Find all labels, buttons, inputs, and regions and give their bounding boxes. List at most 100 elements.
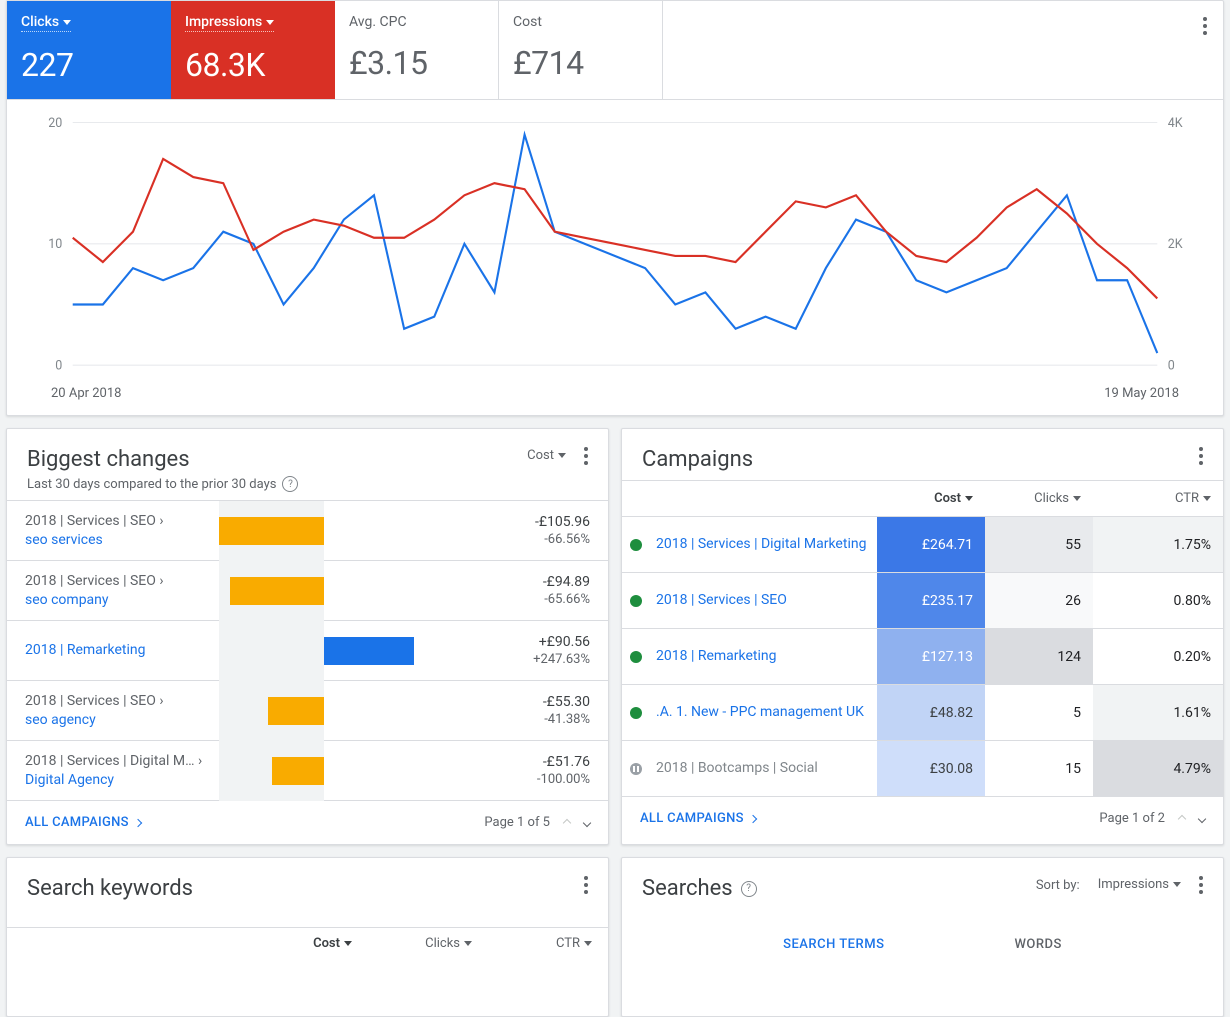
all-campaigns-link[interactable]: ALL CAMPAIGNS <box>640 811 756 826</box>
search-keywords-title: Search keywords <box>27 876 193 901</box>
more-vert-icon[interactable] <box>1199 876 1203 894</box>
change-row[interactable]: 2018 | Services | SEO ›seo agency-£55.30… <box>7 681 608 741</box>
more-vert-icon[interactable] <box>584 447 588 465</box>
pager-prev[interactable] <box>563 818 571 826</box>
tab-words[interactable]: WORDS <box>1014 937 1061 952</box>
pager-next[interactable] <box>583 818 591 826</box>
campaign-row[interactable]: .A. 1. New - PPC management UK£48.8251.6… <box>622 685 1223 741</box>
change-name: 2018 | Services | SEO ›seo company <box>7 562 219 620</box>
change-row[interactable]: 2018 | Services | SEO ›seo services-£105… <box>7 501 608 561</box>
metric-clicks[interactable]: Clicks 227 <box>7 1 171 99</box>
more-vert-icon[interactable] <box>584 876 588 894</box>
status-dot <box>622 629 650 684</box>
change-bar <box>219 681 429 741</box>
chevron-right-icon <box>134 818 142 826</box>
change-row[interactable]: 2018 | Services | SEO ›seo company -£94.8… <box>7 561 608 621</box>
col-clicks[interactable]: Clicks <box>368 936 488 951</box>
searches-sort[interactable]: Impressions <box>1098 877 1181 893</box>
more-vert-icon <box>1203 17 1207 35</box>
all-campaigns-link[interactable]: ALL CAMPAIGNS <box>25 815 141 830</box>
biggest-changes-list: 2018 | Services | SEO ›seo services-£105… <box>7 500 608 801</box>
campaign-row[interactable]: 2018 | Services | SEO£235.17260.80% <box>622 573 1223 629</box>
chart-area: 0102002K4K <box>7 100 1223 386</box>
biggest-changes-sort[interactable]: Cost <box>527 448 566 464</box>
change-row[interactable]: 2018 | Remarketing+£90.56+247.63% <box>7 621 608 681</box>
sort-by-label: Sort by: <box>1036 878 1080 893</box>
campaign-name: 2018 | Bootcamps | Social <box>650 741 877 796</box>
tab-search-terms[interactable]: SEARCH TERMS <box>783 937 884 952</box>
campaign-clicks: 5 <box>985 685 1093 740</box>
change-row[interactable]: 2018 | Services | Digital M… ›Digital Ag… <box>7 741 608 801</box>
col-ctr[interactable]: CTR <box>1093 481 1223 516</box>
campaigns-header-row: Cost Clicks CTR <box>622 480 1223 517</box>
status-icon <box>630 763 642 775</box>
status-icon <box>630 707 642 719</box>
svg-text:0: 0 <box>1168 358 1175 373</box>
campaign-cost: £264.71 <box>877 517 985 572</box>
status-icon <box>630 651 642 663</box>
chart-end-date: 19 May 2018 <box>1104 386 1179 401</box>
campaigns-list: 2018 | Services | Digital Marketing£264.… <box>622 517 1223 797</box>
campaign-ctr: 0.80% <box>1093 573 1223 628</box>
caret-down-icon <box>1073 496 1081 501</box>
pager-next[interactable] <box>1198 814 1206 822</box>
pager: Page 1 of 2 <box>1099 811 1205 826</box>
caret-down-icon <box>63 20 71 25</box>
change-name: 2018 | Services | SEO ›seo agency <box>7 682 219 740</box>
chart-date-range: 20 Apr 2018 19 May 2018 <box>7 386 1223 415</box>
help-icon[interactable]: ? <box>741 881 757 897</box>
campaign-cost: £127.13 <box>877 629 985 684</box>
help-icon[interactable]: ? <box>282 476 298 492</box>
campaign-name: 2018 | Services | SEO <box>650 573 877 628</box>
change-bar <box>219 621 429 681</box>
pager-text: Page 1 of 2 <box>1099 811 1165 826</box>
change-value: -£94.89-65.66% <box>429 574 608 607</box>
campaign-ctr: 4.79% <box>1093 741 1223 796</box>
campaign-row[interactable]: 2018 | Services | Digital Marketing£264.… <box>622 517 1223 573</box>
chevron-right-icon <box>749 814 757 822</box>
chart-start-date: 20 Apr 2018 <box>51 386 121 401</box>
caret-down-icon <box>1173 882 1181 887</box>
change-bar <box>219 741 429 801</box>
status-icon <box>630 595 642 607</box>
col-cost[interactable]: Cost <box>877 481 985 516</box>
change-name: 2018 | Remarketing <box>7 631 219 670</box>
metric-tabs: Clicks 227Impressions 68.3KAvg. CPC£3.15… <box>7 1 1223 100</box>
campaign-name: .A. 1. New - PPC management UK <box>650 685 877 740</box>
caret-down-icon <box>558 453 566 458</box>
campaign-cost: £235.17 <box>877 573 985 628</box>
campaign-cost: £48.82 <box>877 685 985 740</box>
metric-impressions[interactable]: Impressions 68.3K <box>171 1 335 99</box>
campaign-name: 2018 | Services | Digital Marketing <box>650 517 877 572</box>
searches-card: Searches ? Sort by: Impressions SEARCH T… <box>621 857 1224 1017</box>
more-vert-icon[interactable] <box>1199 447 1203 465</box>
searches-tabs: SEARCH TERMS WORDS <box>622 909 1223 952</box>
caret-down-icon <box>584 941 592 946</box>
campaign-ctr: 1.75% <box>1093 517 1223 572</box>
caret-down-icon <box>266 20 274 25</box>
time-series-chart: 0102002K4K <box>31 116 1199 376</box>
campaign-ctr: 0.20% <box>1093 629 1223 684</box>
campaign-row[interactable]: 2018 | Bootcamps | Social£30.08154.79% <box>622 741 1223 797</box>
col-cost[interactable]: Cost <box>248 936 368 951</box>
svg-text:10: 10 <box>48 237 62 252</box>
status-icon <box>630 539 642 551</box>
svg-text:0: 0 <box>55 358 62 373</box>
status-dot <box>622 573 650 628</box>
campaign-clicks: 124 <box>985 629 1093 684</box>
pager-text: Page 1 of 5 <box>484 815 550 830</box>
campaign-row[interactable]: 2018 | Remarketing£127.131240.20% <box>622 629 1223 685</box>
svg-text:20: 20 <box>48 116 62 131</box>
caret-down-icon <box>344 941 352 946</box>
pager-prev[interactable] <box>1178 814 1186 822</box>
change-bar <box>219 561 429 621</box>
col-ctr[interactable]: CTR <box>488 936 608 951</box>
biggest-changes-title: Biggest changes <box>27 447 298 472</box>
change-bar <box>219 501 429 561</box>
metric-cost: Cost£714 <box>499 1 663 99</box>
col-clicks[interactable]: Clicks <box>985 481 1093 516</box>
biggest-changes-card: Biggest changes Last 30 days compared to… <box>6 428 609 845</box>
status-dot <box>622 685 650 740</box>
searches-title: Searches <box>642 876 733 901</box>
chart-options-button[interactable] <box>1203 17 1207 35</box>
